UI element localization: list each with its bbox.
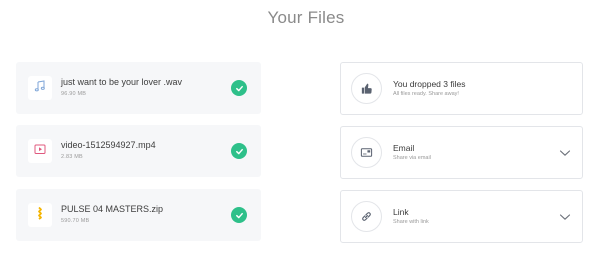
file-name: PULSE 04 MASTERS.zip (61, 204, 164, 214)
upload-complete-check-icon (231, 80, 247, 96)
file-thumbnail (28, 203, 52, 227)
chevron-down-icon[interactable] (559, 147, 571, 159)
link-option-title: Link (393, 207, 409, 217)
file-size: 2.83 MB (61, 154, 83, 160)
file-item[interactable]: just want to be your lover .wav 96.90 MB (16, 62, 261, 114)
file-name: just want to be your lover .wav (61, 77, 183, 87)
file-thumbnail (28, 139, 52, 163)
link-icon (351, 201, 382, 232)
file-name: video-1512594927.mp4 (61, 140, 156, 150)
video-file-icon (33, 142, 47, 161)
email-icon (351, 137, 382, 168)
summary-subtitle: All files ready. Share away! (393, 91, 459, 97)
email-option-subtitle: Share via email (393, 155, 431, 161)
thumbs-up-icon (351, 73, 382, 104)
summary-title: You dropped 3 files (393, 79, 466, 89)
link-option-subtitle: Share with link (393, 219, 429, 225)
files-dropped-summary: You dropped 3 files All files ready. Sha… (340, 62, 583, 115)
upload-complete-check-icon (231, 207, 247, 223)
file-item[interactable]: video-1512594927.mp4 2.83 MB (16, 125, 261, 177)
page-title: Your Files (267, 8, 345, 27)
email-option-title: Email (393, 143, 415, 153)
share-via-email-option[interactable]: Email Share via email (340, 126, 583, 179)
zip-file-icon (33, 206, 47, 225)
file-thumbnail (28, 76, 52, 100)
music-note-icon (33, 79, 47, 98)
file-item[interactable]: PULSE 04 MASTERS.zip 590.70 MB (16, 189, 261, 241)
chevron-down-icon[interactable] (559, 211, 571, 223)
file-size: 590.70 MB (61, 218, 90, 224)
file-size: 96.90 MB (61, 91, 87, 97)
upload-complete-check-icon (231, 143, 247, 159)
share-via-link-option[interactable]: Link Share with link (340, 190, 583, 243)
